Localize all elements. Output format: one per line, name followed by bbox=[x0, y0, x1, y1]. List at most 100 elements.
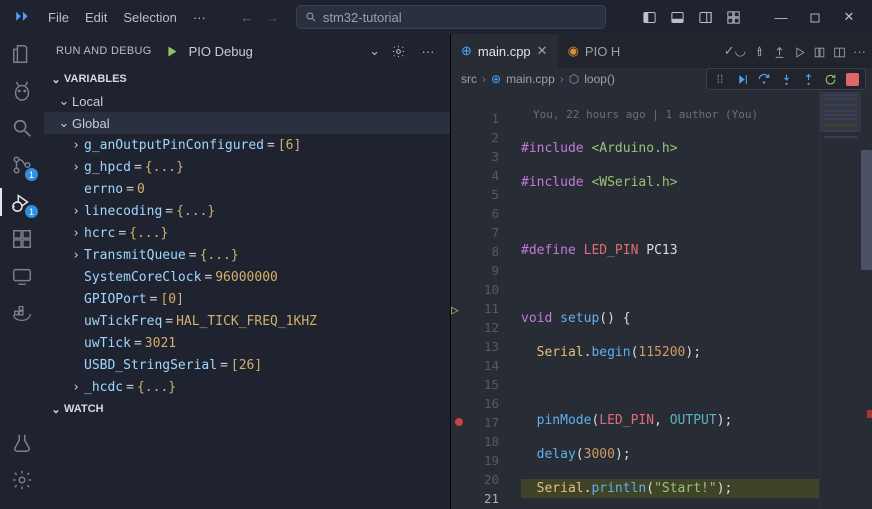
window-close-icon[interactable]: ✕ bbox=[832, 9, 866, 25]
variables-list: ›g_anOutputPinConfigured = [6]›g_hpcd = … bbox=[44, 134, 450, 398]
debug-sidebar: RUN AND DEBUG PIO Debug ⌄ ··· ⌄ VARIABLE… bbox=[44, 34, 451, 509]
activity-remote-icon[interactable] bbox=[8, 262, 36, 290]
nav-back-icon[interactable]: ← bbox=[234, 10, 260, 25]
variable-row[interactable]: errno = 0 bbox=[44, 178, 450, 200]
variable-row[interactable]: ›linecoding = {...} bbox=[44, 200, 450, 222]
code-editor[interactable]: 1 2 3 4 5 6 7 8 9 10 ▷11 12 13 14 15 16 … bbox=[451, 90, 872, 509]
tab-main-cpp[interactable]: ⊕ main.cpp ✕ bbox=[451, 34, 558, 68]
code-content[interactable]: You, 22 hours ago | 1 author (You) #incl… bbox=[521, 90, 819, 509]
menu-more[interactable]: ··· bbox=[185, 6, 214, 29]
search-icon bbox=[305, 11, 317, 23]
debug-settings-icon[interactable] bbox=[386, 43, 410, 59]
debug-restart-icon[interactable] bbox=[821, 70, 839, 88]
nav-forward-icon[interactable]: → bbox=[260, 10, 286, 25]
variable-row[interactable]: SystemCoreClock = 96000000 bbox=[44, 266, 450, 288]
run-debug-header: RUN AND DEBUG PIO Debug ⌄ ··· bbox=[44, 34, 450, 68]
breadcrumb-file[interactable]: main.cpp bbox=[506, 72, 555, 86]
activity-explorer-icon[interactable] bbox=[8, 40, 36, 68]
line-gutter: 1 2 3 4 5 6 7 8 9 10 ▷11 12 13 14 15 16 … bbox=[451, 90, 521, 509]
chevron-down-icon: ⌄ bbox=[48, 403, 64, 416]
editor-scrollbar[interactable] bbox=[861, 90, 872, 509]
breadcrumb-symbol[interactable]: loop() bbox=[584, 72, 615, 86]
window-maximize-icon[interactable] bbox=[798, 10, 832, 25]
tab-label: main.cpp bbox=[478, 44, 531, 59]
titlebar: File Edit Selection ··· ← → stm32-tutori… bbox=[0, 0, 872, 34]
upload-icon[interactable] bbox=[773, 43, 786, 58]
debug-step-out-icon[interactable] bbox=[799, 70, 817, 88]
activity-platformio-icon[interactable] bbox=[8, 77, 36, 105]
layout-secondary-side-icon[interactable] bbox=[698, 10, 726, 25]
breakpoint-icon[interactable] bbox=[455, 418, 463, 426]
chevron-right-icon: › bbox=[68, 204, 84, 219]
layout-customize-icon[interactable] bbox=[726, 10, 754, 25]
variable-row[interactable]: GPIOPort = [0] bbox=[44, 288, 450, 310]
debug-stop-icon[interactable] bbox=[843, 70, 861, 88]
scope-local[interactable]: ⌄ Local bbox=[44, 90, 450, 112]
more-icon[interactable]: ··· bbox=[853, 44, 866, 59]
codelens[interactable]: You, 22 hours ago | 1 author (You) bbox=[521, 105, 819, 124]
platformio-icon: ◉ bbox=[568, 43, 579, 59]
activity-extensions-icon[interactable] bbox=[8, 225, 36, 253]
variable-row[interactable]: ›hcrc = {...} bbox=[44, 222, 450, 244]
tab-label: PIO H bbox=[585, 44, 620, 59]
scope-global[interactable]: ⌄ Global bbox=[44, 112, 450, 134]
activity-testing-icon[interactable] bbox=[8, 429, 36, 457]
window-minimize-icon[interactable]: — bbox=[764, 10, 798, 25]
cpp-icon: ⊕ bbox=[491, 72, 501, 86]
chevron-down-icon: ⌄ bbox=[56, 115, 72, 131]
watch-section-header[interactable]: ⌄ WATCH bbox=[44, 398, 450, 420]
breadcrumb[interactable]: src › ⊕ main.cpp › ⬡ loop() ⁞⁞ bbox=[451, 68, 872, 90]
split-editor-icon[interactable] bbox=[833, 43, 846, 58]
variable-row[interactable]: ›g_hpcd = {...} bbox=[44, 156, 450, 178]
scrollbar-thumb[interactable] bbox=[861, 150, 872, 270]
menu-edit[interactable]: Edit bbox=[77, 6, 115, 29]
menu-file[interactable]: File bbox=[40, 6, 77, 29]
variable-row[interactable]: ›_hcdc = {...} bbox=[44, 376, 450, 398]
chevron-down-icon[interactable]: ⌄ bbox=[369, 43, 380, 59]
layout-primary-side-icon[interactable] bbox=[642, 10, 670, 25]
run-debug-title: RUN AND DEBUG bbox=[56, 45, 152, 57]
menu-selection[interactable]: Selection bbox=[115, 6, 184, 29]
search-text: stm32-tutorial bbox=[323, 10, 402, 25]
cpp-icon: ⊕ bbox=[461, 43, 472, 59]
activity-scm-icon[interactable]: 1 bbox=[8, 151, 36, 179]
debug-badge: 1 bbox=[25, 205, 38, 218]
debug-continue-icon[interactable] bbox=[733, 70, 751, 88]
build-icon[interactable] bbox=[753, 43, 766, 58]
activity-bar: 1 1 bbox=[0, 34, 44, 509]
activity-search-icon[interactable] bbox=[8, 114, 36, 142]
variable-row[interactable]: ›g_anOutputPinConfigured = [6] bbox=[44, 134, 450, 156]
chevron-right-icon: › bbox=[68, 248, 84, 263]
run-icon[interactable] bbox=[793, 43, 806, 58]
tab-pio-home[interactable]: ◉ PIO H bbox=[558, 34, 631, 68]
chevron-right-icon: › bbox=[68, 160, 84, 175]
layout-panel-icon[interactable] bbox=[670, 10, 698, 25]
chevron-right-icon: › bbox=[68, 138, 84, 153]
breadcrumb-folder[interactable]: src bbox=[461, 72, 477, 86]
chevron-right-icon: › bbox=[68, 380, 84, 395]
debug-grip-icon[interactable]: ⁞⁞ bbox=[711, 70, 729, 88]
editor-tabs: ⊕ main.cpp ✕ ◉ PIO H ✓◡ ··· bbox=[451, 34, 872, 68]
function-icon: ⬡ bbox=[569, 72, 579, 86]
close-icon[interactable]: ✕ bbox=[537, 43, 548, 59]
debug-step-into-icon[interactable] bbox=[777, 70, 795, 88]
variables-section-header[interactable]: ⌄ VARIABLES bbox=[44, 68, 450, 90]
checkmark-icon[interactable]: ✓◡ bbox=[724, 43, 746, 59]
command-center[interactable]: stm32-tutorial bbox=[296, 5, 606, 29]
variable-row[interactable]: uwTick = 3021 bbox=[44, 332, 450, 354]
chevron-down-icon: ⌄ bbox=[48, 73, 64, 86]
activity-docker-icon[interactable] bbox=[8, 299, 36, 327]
debug-config-select[interactable]: PIO Debug bbox=[185, 44, 364, 59]
more-actions-icon[interactable]: ··· bbox=[416, 44, 440, 59]
minimap[interactable] bbox=[819, 90, 861, 509]
variable-row[interactable]: uwTickFreq = HAL_TICK_FREQ_1KHZ bbox=[44, 310, 450, 332]
compare-icon[interactable] bbox=[813, 43, 826, 58]
app-logo[interactable] bbox=[6, 4, 40, 30]
debug-step-over-icon[interactable] bbox=[755, 70, 773, 88]
variable-row[interactable]: USBD_StringSerial = [26] bbox=[44, 354, 450, 376]
activity-debug-icon[interactable]: 1 bbox=[8, 188, 36, 216]
activity-settings-icon[interactable] bbox=[8, 466, 36, 494]
start-debug-button[interactable] bbox=[164, 44, 179, 59]
variable-row[interactable]: ›TransmitQueue = {...} bbox=[44, 244, 450, 266]
overview-breakpoint-mark bbox=[867, 410, 872, 418]
